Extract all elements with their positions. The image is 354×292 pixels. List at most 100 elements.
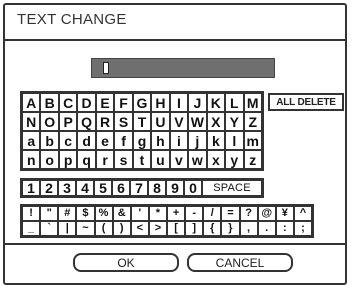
letter-key[interactable]: E xyxy=(95,93,115,112)
letter-key[interactable]: Q xyxy=(77,112,96,131)
digit-key[interactable]: 5 xyxy=(94,180,112,196)
letter-key[interactable]: p xyxy=(58,150,78,169)
letter-key[interactable]: u xyxy=(151,150,170,169)
letter-key[interactable]: o xyxy=(40,150,59,169)
digit-key[interactable]: 1 xyxy=(22,180,40,196)
letter-key[interactable]: d xyxy=(77,131,96,150)
digit-key[interactable]: 4 xyxy=(76,180,94,196)
letter-key[interactable]: T xyxy=(132,112,152,131)
letter-key[interactable]: L xyxy=(225,93,244,112)
letter-key[interactable]: B xyxy=(40,93,59,112)
letter-key[interactable]: s xyxy=(114,150,133,169)
letter-key[interactable]: g xyxy=(132,131,152,150)
letter-key[interactable]: R xyxy=(95,112,115,131)
letter-key[interactable]: a xyxy=(22,131,41,150)
ok-button[interactable]: OK xyxy=(73,253,179,272)
letter-key[interactable]: l xyxy=(225,131,244,150)
letter-key[interactable]: f xyxy=(114,131,133,150)
letter-key[interactable]: y xyxy=(225,150,244,169)
letter-key[interactable]: v xyxy=(169,150,189,169)
letter-key[interactable]: z xyxy=(243,150,262,169)
symbol-key[interactable]: ) xyxy=(112,221,131,236)
letter-key[interactable]: A xyxy=(22,93,41,112)
symbol-key[interactable]: @ xyxy=(257,206,276,221)
letter-key[interactable]: r xyxy=(95,150,115,169)
symbol-key[interactable]: & xyxy=(112,206,131,221)
cancel-button[interactable]: CANCEL xyxy=(187,253,293,272)
letter-key[interactable]: n xyxy=(22,150,41,169)
symbol-key[interactable]: > xyxy=(148,221,167,236)
symbol-key[interactable]: ! xyxy=(22,206,41,221)
letter-key[interactable]: S xyxy=(114,112,133,131)
digit-key[interactable]: 3 xyxy=(58,180,76,196)
digit-key[interactable]: 9 xyxy=(166,180,184,196)
digit-key[interactable]: 6 xyxy=(112,180,130,196)
symbol-key[interactable]: : xyxy=(275,221,294,236)
symbol-key[interactable]: / xyxy=(203,206,222,221)
letter-key[interactable]: W xyxy=(188,112,207,131)
symbol-key[interactable]: _ xyxy=(22,221,41,236)
digit-key[interactable]: 8 xyxy=(148,180,166,196)
letter-key[interactable]: N xyxy=(22,112,41,131)
letter-key[interactable]: h xyxy=(151,131,170,150)
letter-key[interactable]: b xyxy=(40,131,59,150)
letter-key[interactable]: I xyxy=(169,93,189,112)
letter-key[interactable]: D xyxy=(77,93,96,112)
digit-key[interactable]: 2 xyxy=(40,180,58,196)
letter-key[interactable]: P xyxy=(58,112,78,131)
letter-key[interactable]: Z xyxy=(243,112,262,131)
symbol-key[interactable]: $ xyxy=(76,206,95,221)
letter-key[interactable]: F xyxy=(114,93,133,112)
all-delete-button[interactable]: ALL DELETE xyxy=(268,93,344,111)
symbol-key[interactable]: + xyxy=(167,206,186,221)
letter-key[interactable]: J xyxy=(188,93,207,112)
space-key[interactable]: SPACE xyxy=(202,180,262,196)
letter-key[interactable]: H xyxy=(151,93,170,112)
symbol-key[interactable]: % xyxy=(94,206,113,221)
letter-key[interactable]: C xyxy=(58,93,78,112)
letter-key[interactable]: Y xyxy=(225,112,244,131)
letter-key[interactable]: V xyxy=(169,112,189,131)
symbol-key[interactable]: " xyxy=(40,206,59,221)
symbol-key[interactable]: . xyxy=(257,221,276,236)
symbol-key[interactable]: ' xyxy=(130,206,149,221)
letter-key[interactable]: x xyxy=(206,150,226,169)
symbol-key[interactable]: ] xyxy=(185,221,204,236)
digit-key[interactable]: 0 xyxy=(184,180,202,196)
letter-key[interactable]: q xyxy=(77,150,96,169)
letter-key[interactable]: c xyxy=(58,131,78,150)
letter-key[interactable]: K xyxy=(206,93,226,112)
letter-key[interactable]: X xyxy=(206,112,226,131)
symbol-key[interactable]: } xyxy=(221,221,240,236)
digit-key[interactable]: 7 xyxy=(130,180,148,196)
letter-key[interactable]: w xyxy=(188,150,207,169)
letter-key[interactable]: j xyxy=(188,131,207,150)
symbol-key[interactable]: | xyxy=(58,221,77,236)
letter-key[interactable]: k xyxy=(206,131,226,150)
symbol-key[interactable]: ~ xyxy=(76,221,95,236)
symbol-key[interactable]: < xyxy=(130,221,149,236)
symbol-key[interactable]: ? xyxy=(239,206,258,221)
symbol-key[interactable]: * xyxy=(148,206,167,221)
letter-key[interactable]: e xyxy=(95,131,115,150)
letter-key[interactable]: U xyxy=(151,112,170,131)
symbol-key[interactable]: [ xyxy=(167,221,186,236)
symbol-key[interactable]: { xyxy=(203,221,222,236)
letter-key[interactable]: O xyxy=(40,112,59,131)
symbol-key[interactable]: ( xyxy=(94,221,113,236)
symbol-key[interactable]: # xyxy=(58,206,77,221)
symbol-key[interactable]: ; xyxy=(293,221,312,236)
symbol-key[interactable]: ` xyxy=(40,221,59,236)
letter-key[interactable]: m xyxy=(243,131,262,150)
symbol-key[interactable]: ^ xyxy=(293,206,312,221)
letter-key[interactable]: G xyxy=(132,93,152,112)
letter-key[interactable]: i xyxy=(169,131,189,150)
symbol-key[interactable]: - xyxy=(185,206,204,221)
symbol-key[interactable]: ¥ xyxy=(275,206,294,221)
text-input-field[interactable] xyxy=(91,58,275,78)
symbol-key[interactable]: = xyxy=(221,206,240,221)
dialog-title: TEXT CHANGE xyxy=(17,11,127,28)
letter-key[interactable]: t xyxy=(132,150,152,169)
symbol-key[interactable]: , xyxy=(239,221,258,236)
letter-key[interactable]: M xyxy=(243,93,262,112)
